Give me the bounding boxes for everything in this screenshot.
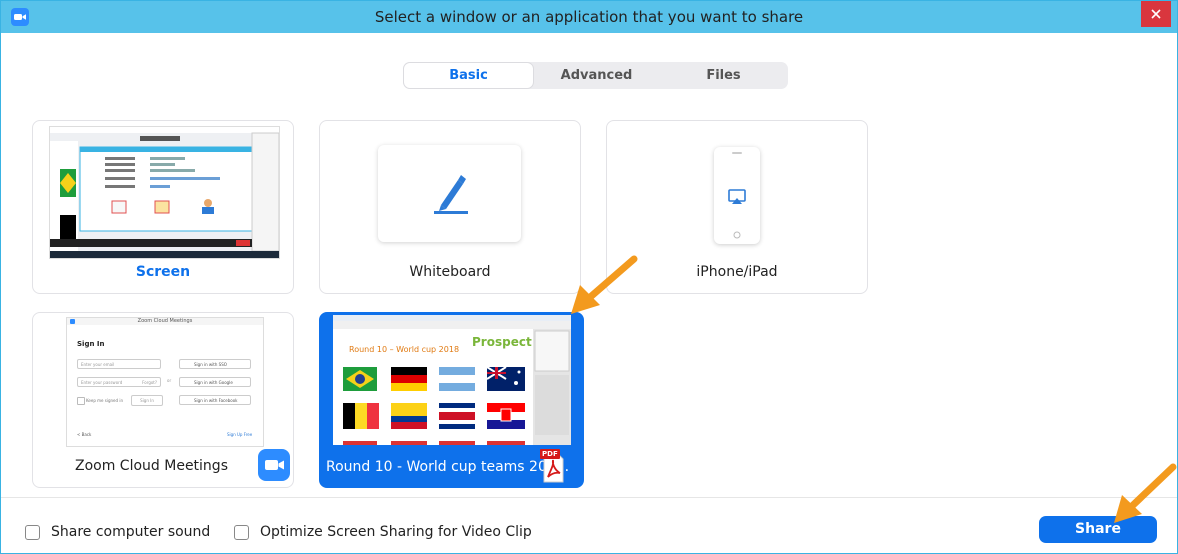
share-dialog: Select a window or an application that y… <box>0 0 1178 554</box>
dialog-title: Select a window or an application that y… <box>374 8 804 26</box>
pdf-window-label: Round 10 - World cup teams 201... <box>326 459 570 475</box>
tab-files[interactable]: Files <box>660 63 787 88</box>
zoom-thumb-email: Enter your email <box>77 359 161 369</box>
optimize-video-checkbox[interactable] <box>234 524 249 540</box>
close-icon <box>1151 9 1161 19</box>
zoom-thumb-signup: Sign Up Free <box>227 432 253 437</box>
share-option-screen[interactable]: Screen <box>32 120 294 294</box>
zoom-app-thumbnail: Zoom Cloud Meetings Sign In Enter your e… <box>66 317 264 447</box>
share-sound-option[interactable]: Share computer sound <box>25 524 210 540</box>
zoom-thumb-forgot: Forgot? <box>142 380 157 385</box>
share-sound-label: Share computer sound <box>51 524 211 540</box>
airplay-icon <box>728 189 746 204</box>
share-option-whiteboard[interactable]: Whiteboard <box>319 120 581 294</box>
pdf-badge: PDF <box>540 449 560 459</box>
pdf-file-icon: PDF <box>540 449 564 483</box>
share-option-zoom-app[interactable]: Zoom Cloud Meetings Sign In Enter your e… <box>32 312 294 488</box>
title-bar: Select a window or an application that y… <box>1 1 1177 33</box>
optimize-video-option[interactable]: Optimize Screen Sharing for Video Clip <box>234 524 532 540</box>
annotation-arrow-share <box>1114 463 1177 523</box>
iphone-ipad-label: iPhone/iPad <box>696 264 778 280</box>
annotation-arrow-pdf <box>571 255 638 314</box>
close-button[interactable] <box>1141 1 1171 27</box>
share-option-pdf-window[interactable]: Round 10 – World cup 2018 Prospect Round… <box>319 312 584 488</box>
zoom-thumb-keep: Keep me signed in <box>86 398 123 403</box>
zoom-video-icon <box>258 449 290 481</box>
tab-basic[interactable]: Basic <box>404 63 533 88</box>
zoom-thumb-checkbox <box>77 397 85 405</box>
whiteboard-tile <box>378 145 521 242</box>
pdf-thumbnail: Round 10 – World cup 2018 Prospect <box>333 315 571 445</box>
pdf-brand: Prospect <box>472 335 532 349</box>
phone-tile <box>714 147 760 244</box>
zoom-thumb-facebook: Sign in with Facebook <box>179 395 251 405</box>
screen-label: Screen <box>135 264 191 280</box>
share-sound-checkbox[interactable] <box>25 524 40 540</box>
zoom-thumb-sso: Sign in with SSO <box>179 359 251 369</box>
zoom-thumb-google: Sign in with Google <box>179 377 251 387</box>
zoom-app-label: Zoom Cloud Meetings <box>75 458 228 474</box>
zoom-thumb-back: < Back <box>77 432 92 437</box>
whiteboard-label: Whiteboard <box>409 264 491 280</box>
zoom-thumb-or: or <box>167 378 172 383</box>
tab-bar: Basic Advanced Files <box>403 62 788 89</box>
footer-bar: Share computer sound Optimize Screen Sha… <box>1 497 1177 553</box>
zoom-thumb-password: Enter your password Forgot? <box>77 377 161 387</box>
screen-thumbnail <box>49 126 280 259</box>
share-option-iphone-ipad[interactable]: iPhone/iPad <box>606 120 868 294</box>
zoom-thumb-signin-btn: Sign In <box>131 395 163 406</box>
flags-image <box>343 367 525 445</box>
pdf-doc-title: Round 10 – World cup 2018 <box>349 345 460 354</box>
tab-advanced[interactable]: Advanced <box>533 63 660 88</box>
optimize-video-label: Optimize Screen Sharing for Video Clip <box>260 524 532 540</box>
pen-icon <box>434 175 468 214</box>
zoom-thumb-title: Zoom Cloud Meetings <box>137 318 193 324</box>
zoom-thumb-signin-heading: Sign In <box>77 340 105 348</box>
zoom-thumb-password-text: Enter your password <box>81 380 123 385</box>
